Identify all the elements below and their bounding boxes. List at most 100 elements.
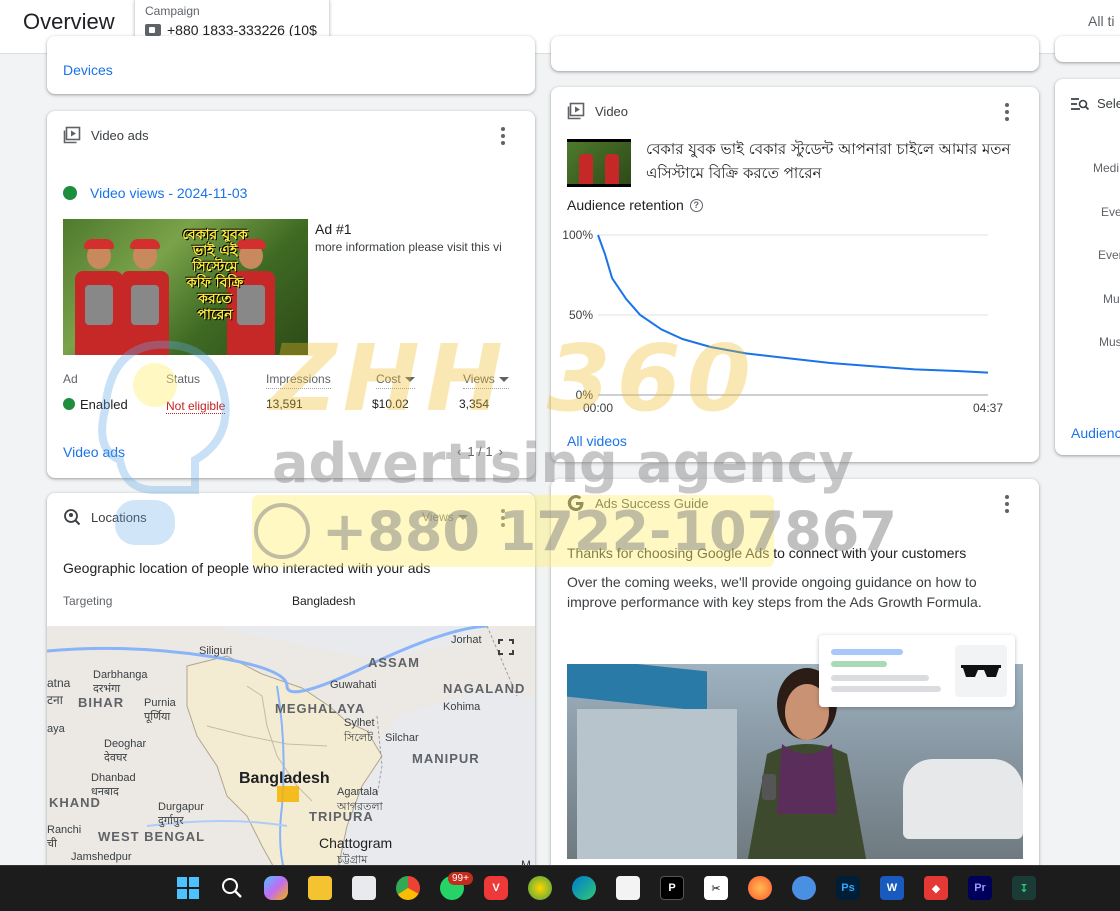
map-label: WEST BENGAL (98, 829, 206, 844)
word-icon[interactable]: W (880, 876, 904, 900)
y-tick-label: 50% (569, 308, 593, 322)
date-range-selector[interactable]: All ti (1088, 13, 1114, 29)
premiere-icon[interactable]: Pr (968, 876, 992, 900)
audience-card: Sele Medi Eve Ever Mu Mus Audienc (1055, 79, 1120, 455)
list-item: Medi (1093, 161, 1120, 175)
col-status: Status (166, 372, 201, 386)
windows-start-icon[interactable] (176, 876, 200, 900)
capcut-icon[interactable]: ✂ (704, 876, 728, 900)
ad-title: Ad #1 (315, 221, 352, 237)
col-cost[interactable]: Cost (376, 372, 415, 389)
dropdown-icon (404, 377, 415, 383)
chrome-icon[interactable] (396, 876, 420, 900)
map-label: KHAND (49, 795, 101, 810)
next-page-icon[interactable]: › (499, 444, 503, 459)
dropdown-icon (498, 377, 509, 383)
list-item: Mus (1099, 335, 1120, 349)
vivaldi-icon[interactable]: V (484, 876, 508, 900)
anydesk-icon[interactable]: ◆ (924, 876, 948, 900)
list-item: Mu (1103, 291, 1120, 306)
col-impressions[interactable]: Impressions (266, 372, 331, 389)
map-label: ASSAM (368, 655, 420, 670)
map-label: ची (47, 838, 57, 850)
card-title: Locations (91, 509, 147, 525)
ad-description: more information please visit this vi (315, 240, 502, 254)
ads-success-guide-card: Ads Success Guide Thanks for choosing Go… (551, 479, 1039, 873)
more-options-icon[interactable] (501, 127, 505, 145)
dropdown-arrow-icon (457, 515, 468, 521)
video-icon (567, 102, 585, 120)
map-label: Dhanbad (91, 772, 136, 784)
more-options-icon[interactable] (501, 509, 505, 527)
audiences-link[interactable]: Audienc (1071, 425, 1120, 441)
ad-status-enabled: Enabled (63, 397, 128, 412)
card-title: Video ads (91, 127, 149, 143)
video-ads-link[interactable]: Video ads (63, 444, 125, 460)
copilot-icon[interactable] (264, 876, 288, 900)
status-not-eligible[interactable]: Not eligible (166, 399, 226, 414)
more-options-icon[interactable] (1005, 495, 1009, 513)
firefox-icon[interactable] (748, 876, 772, 900)
enabled-dot-icon (63, 398, 75, 410)
retention-line[interactable] (597, 234, 989, 374)
photoshop-icon[interactable]: Ps (836, 876, 860, 900)
card-title: Ads Success Guide (595, 495, 709, 511)
ad-thumbnail[interactable]: বেকার যুবক ভাই এই সিস্টেমে কফি বিক্রি কর… (63, 219, 308, 355)
map-label: aya (47, 723, 65, 735)
search-icon[interactable] (220, 876, 244, 900)
right-card-bottom (1055, 36, 1120, 62)
snipping-tool-icon[interactable] (352, 876, 376, 900)
card-header: Video (551, 87, 1039, 135)
views-value: 3,354 (459, 397, 490, 411)
views-dropdown[interactable]: Views (422, 510, 468, 524)
map-label: टना (47, 693, 63, 707)
map-label: Ranchi (47, 824, 82, 836)
fullscreen-icon[interactable] (498, 639, 514, 655)
guide-body: Over the coming weeks, we'll provide ong… (567, 574, 982, 610)
microsoft-store-icon[interactable] (616, 876, 640, 900)
map-label: देवघर (104, 752, 127, 764)
map-label: MANIPUR (412, 751, 480, 766)
file-explorer-icon[interactable] (308, 876, 332, 900)
thumbnail-caption: বেকার যুবক ভাই এই সিস্টেমে কফি বিক্রি কর… (182, 227, 248, 323)
filmora-icon[interactable]: ↧ (1012, 876, 1036, 900)
card-header: Video ads (47, 111, 535, 159)
audience-list: Medi Eve Ever Mu Mus (1093, 161, 1120, 379)
map-label: Kohima (443, 701, 481, 713)
col-views[interactable]: Views (463, 372, 509, 389)
app-icon[interactable] (528, 876, 552, 900)
notification-badge: 99+ (448, 872, 473, 885)
page-title: Overview (23, 9, 115, 34)
previous-card-bottom (551, 36, 1039, 71)
map-label: दरभंगा (93, 683, 121, 695)
map-label: Silchar (385, 732, 419, 744)
geo-heading: Geographic location of people who intera… (63, 560, 431, 576)
google-g-icon (567, 494, 585, 512)
map-label: Deoghar (104, 738, 147, 750)
map-label: BIHAR (78, 695, 125, 710)
sunglasses-icon (955, 645, 1007, 697)
card-title: Video (595, 103, 629, 119)
map-label: Guwahati (330, 679, 377, 691)
map-label: Siliguri (199, 645, 233, 657)
video-thumbnail[interactable] (567, 139, 631, 187)
location-map[interactable]: Siliguri Jorhat ASSAM Darbhanga दरभंगा B… (47, 626, 535, 873)
sync-icon[interactable] (792, 876, 816, 900)
all-videos-link[interactable]: All videos (567, 433, 627, 449)
prev-page-icon[interactable]: ‹ (457, 444, 461, 459)
map-label: Purnia (144, 697, 176, 709)
map-label: Sylhet (344, 717, 375, 729)
guide-heading: Thanks for choosing Google Ads to connec… (567, 545, 967, 561)
map-label: Durgapur (158, 801, 204, 813)
video-title[interactable]: বেকার যুবক ভাই বেকার স্টুডেন্ট আপনারা চা… (646, 137, 1021, 185)
more-options-icon[interactable] (1005, 103, 1009, 121)
capcut-pro-icon[interactable]: P (660, 876, 684, 900)
devices-link[interactable]: Devices (63, 62, 113, 78)
windows-taskbar: 99+ V P ✂ Ps W ◆ Pr ↧ (0, 865, 1120, 911)
help-icon[interactable]: ? (689, 198, 703, 212)
map-label: Darbhanga (93, 669, 148, 681)
edge-icon[interactable] (572, 876, 596, 900)
page-indicator: 1 / 1 (467, 444, 493, 459)
col-ad: Ad (63, 372, 78, 386)
card-header: Sele (1071, 96, 1120, 111)
